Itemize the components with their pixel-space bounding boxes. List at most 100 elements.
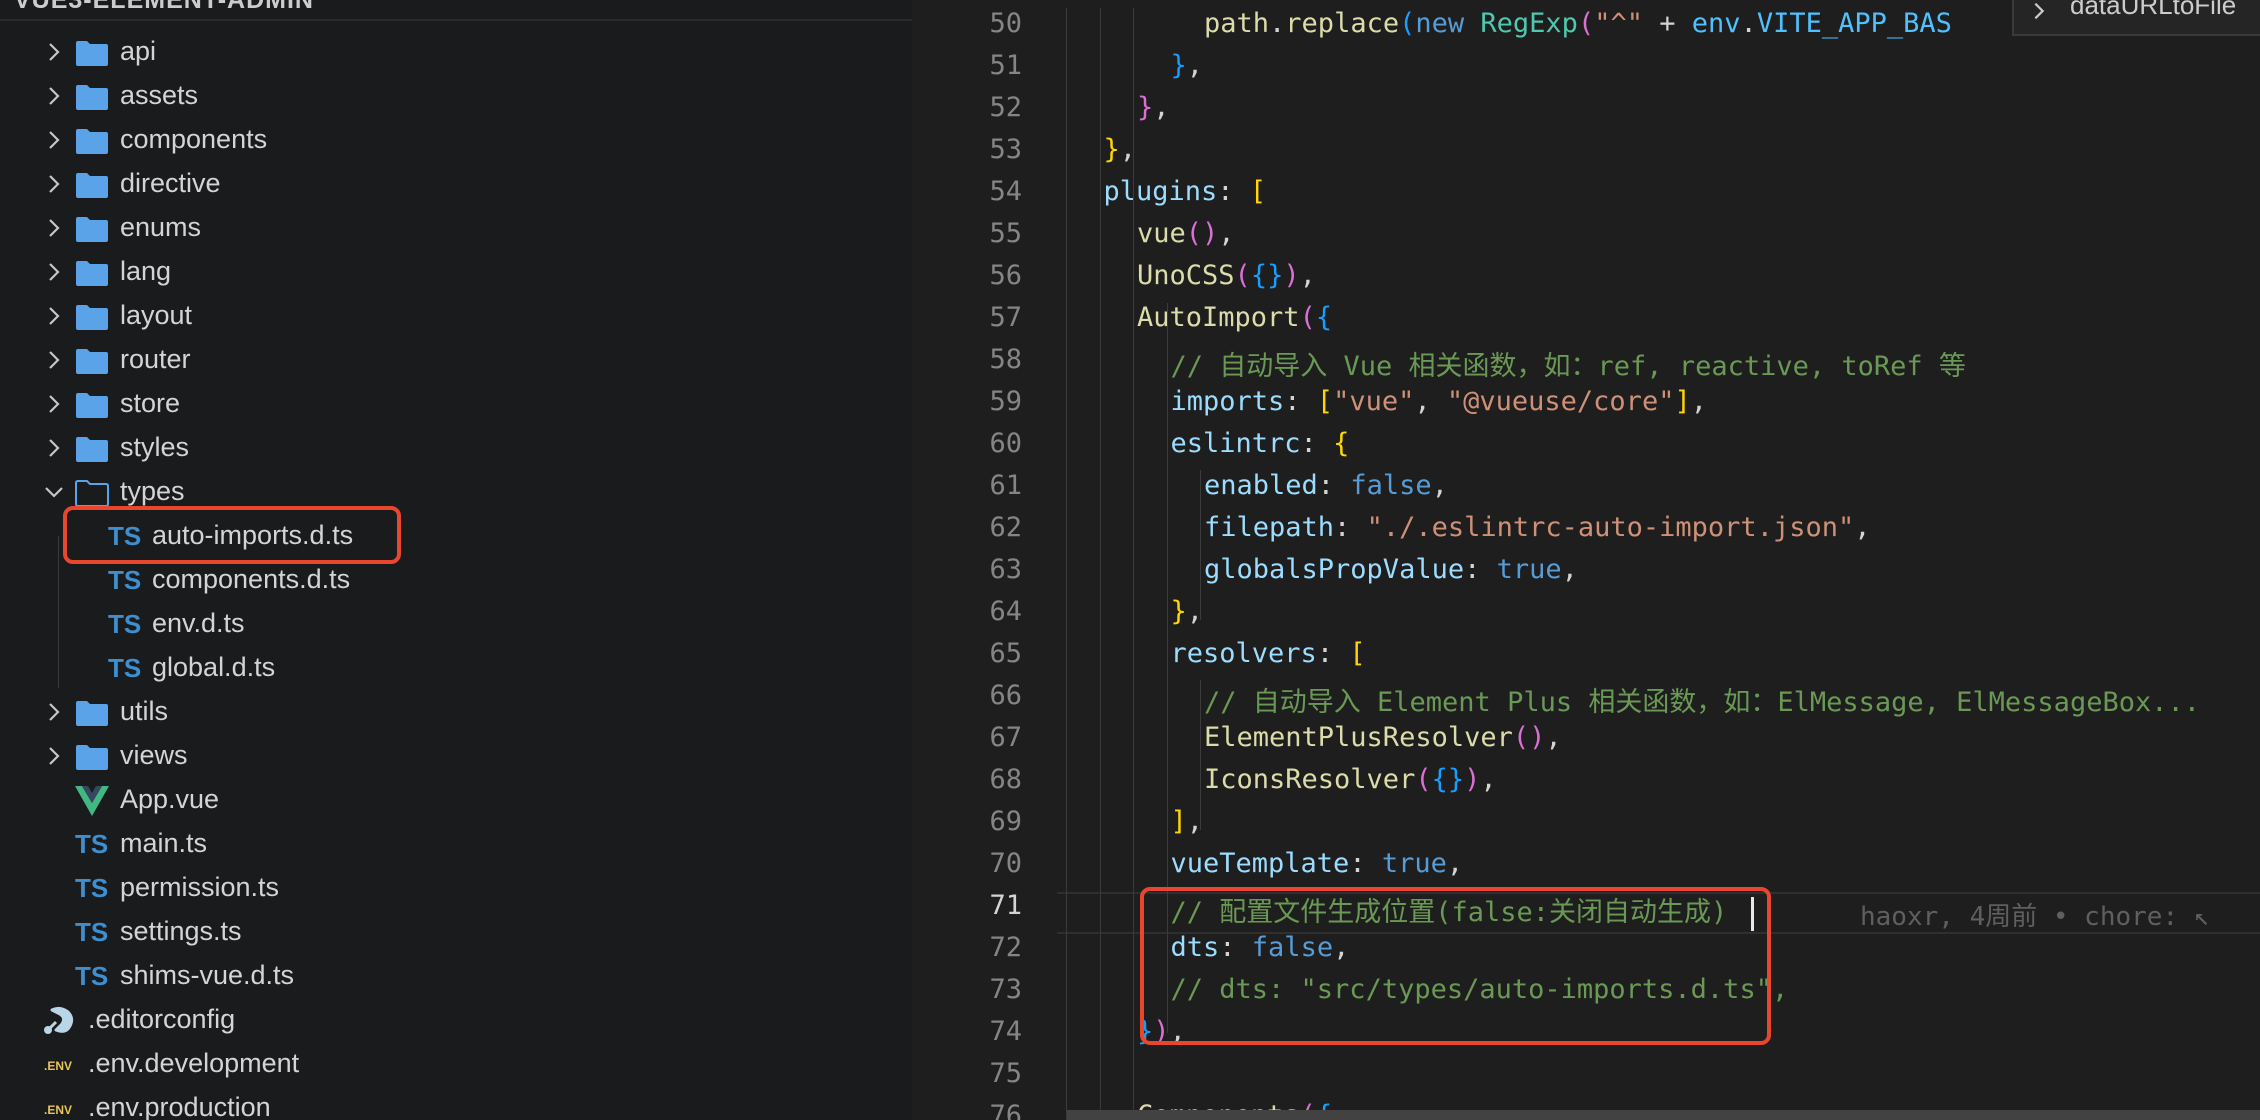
tree-item-enums[interactable]: enums xyxy=(0,206,912,250)
tree-item-utils[interactable]: utils xyxy=(0,690,912,734)
sticky-scroll-widget[interactable]: dataURLtoFile xyxy=(2012,0,2260,36)
code-line[interactable]: IconsResolver({}), xyxy=(1204,764,1497,806)
code-token: "@vueuse/core" xyxy=(1446,386,1675,417)
tree-item-label: store xyxy=(120,388,181,418)
tree-item-api[interactable]: api xyxy=(0,30,912,74)
tree-item-shims-vue-d-ts[interactable]: TS shims-vue.d.ts xyxy=(0,954,912,998)
chevron-right-icon[interactable] xyxy=(42,216,66,240)
tree-item-global-d-ts[interactable]: TS global.d.ts xyxy=(0,646,912,690)
tree-item-label: styles xyxy=(120,432,190,462)
chevron-right-icon[interactable] xyxy=(42,744,66,768)
chevron-right-icon[interactable] xyxy=(42,172,66,196)
code-token: ( xyxy=(1299,302,1316,333)
line-number: 56 xyxy=(989,260,1022,291)
tree-item-permission-ts[interactable]: TS permission.ts xyxy=(0,866,912,910)
code-token: true xyxy=(1381,848,1447,879)
code-token: RegExp xyxy=(1480,8,1578,39)
typescript-file-icon: TS xyxy=(75,917,109,947)
code-line[interactable]: }, xyxy=(1171,596,1204,638)
line-number: 51 xyxy=(989,50,1022,81)
code-token: } xyxy=(1170,596,1187,627)
chevron-right-icon[interactable] xyxy=(42,304,66,328)
chevron-down-icon[interactable] xyxy=(42,480,66,504)
folder-open-icon xyxy=(75,480,109,507)
tree-item-views[interactable]: views xyxy=(0,734,912,778)
tree-item-settings-ts[interactable]: TS settings.ts xyxy=(0,910,912,954)
folder-icon xyxy=(76,173,108,198)
line-number: 60 xyxy=(989,428,1022,459)
code-token: : xyxy=(1349,848,1382,879)
tree-indent-guide xyxy=(58,536,59,688)
tree-item-components[interactable]: components xyxy=(0,118,912,162)
code-token: globalsPropValue xyxy=(1204,554,1465,585)
code-token: [ xyxy=(1249,176,1267,207)
tree-item-styles[interactable]: styles xyxy=(0,426,912,470)
chevron-right-icon[interactable] xyxy=(42,260,66,284)
tree-item-env-d-ts[interactable]: TS env.d.ts xyxy=(0,602,912,646)
code-token: ( xyxy=(1234,260,1251,291)
explorer-sidebar: VUE3-ELEMENT-ADMIN api assets components di… xyxy=(0,0,912,1120)
code-line[interactable]: filepath: "./.eslintrc-auto-import.json"… xyxy=(1204,512,1871,554)
code-line[interactable]: imports: ["vue", "@vueuse/core"], xyxy=(1171,386,1707,428)
chevron-right-icon[interactable] xyxy=(42,348,66,372)
line-number: 54 xyxy=(989,176,1022,207)
code-line[interactable]: }, xyxy=(1104,134,1137,176)
tree-item-store[interactable]: store xyxy=(0,382,912,426)
tree-item-lang[interactable]: lang xyxy=(0,250,912,294)
code-line[interactable]: }, xyxy=(1137,92,1170,134)
code-line[interactable]: ], xyxy=(1171,806,1204,848)
tree-item-label: assets xyxy=(120,80,199,110)
chevron-right-icon[interactable] xyxy=(42,128,66,152)
tree-item-app-vue[interactable]: App.vue xyxy=(0,778,912,822)
line-number: 57 xyxy=(989,302,1022,333)
code-line[interactable]: resolvers: [ xyxy=(1171,638,1366,680)
tree-item-env-production[interactable]: .ENV .env.production xyxy=(0,1086,912,1120)
folder-icon xyxy=(76,129,108,154)
tree-item-label: .env.development xyxy=(88,1048,300,1078)
tree-item-editorconfig[interactable]: .editorconfig xyxy=(0,998,912,1042)
code-line[interactable]: // 自动导入 Element Plus 相关函数，如：ElMessage, E… xyxy=(1204,680,2200,722)
chevron-right-icon[interactable] xyxy=(42,84,66,108)
chevron-right-icon[interactable] xyxy=(42,700,66,724)
line-number: 55 xyxy=(989,218,1022,249)
folder-icon xyxy=(76,349,108,374)
code-line[interactable]: eslintrc: { xyxy=(1171,428,1350,470)
chevron-right-icon[interactable] xyxy=(42,436,66,460)
code-token: ] xyxy=(1674,386,1691,417)
tree-item-layout[interactable]: layout xyxy=(0,294,912,338)
indent-guide xyxy=(1099,8,1101,1120)
code-token: () xyxy=(1185,218,1219,249)
chevron-right-icon[interactable] xyxy=(42,392,66,416)
tree-item-label: .env.production xyxy=(88,1092,271,1120)
code-token: ( xyxy=(1399,8,1416,39)
chevron-right-icon xyxy=(2034,2,2045,20)
code-token: // 自动导入 Vue 相关函数，如：ref, reactive, toRef … xyxy=(1170,351,1966,382)
code-token: . xyxy=(1740,8,1757,39)
code-token: "./.eslintrc-auto-import.json" xyxy=(1366,512,1855,543)
tree-item-main-ts[interactable]: TS main.ts xyxy=(0,822,912,866)
tree-item-router[interactable]: router xyxy=(0,338,912,382)
code-token: resolvers xyxy=(1170,638,1317,669)
code-line[interactable]: plugins: [ xyxy=(1104,176,1267,218)
code-line[interactable]: path.replace(new RegExp("^" + env.VITE_A… xyxy=(1204,8,1952,50)
typescript-file-icon: TS xyxy=(108,609,142,639)
tree-item-directive[interactable]: directive xyxy=(0,162,912,206)
line-number: 76 xyxy=(989,1100,1022,1120)
code-line[interactable]: globalsPropValue: true, xyxy=(1204,554,1578,596)
tree-item-assets[interactable]: assets xyxy=(0,74,912,118)
code-token: { xyxy=(1333,428,1350,459)
tree-item-env-development[interactable]: .ENV .env.development xyxy=(0,1042,912,1086)
code-token: vueTemplate xyxy=(1170,848,1350,879)
code-line[interactable]: }, xyxy=(1171,50,1204,92)
code-line[interactable]: enabled: false, xyxy=(1204,470,1448,512)
code-line[interactable]: // 自动导入 Vue 相关函数，如：ref, reactive, toRef … xyxy=(1171,344,1966,386)
code-token: env xyxy=(1691,8,1741,39)
code-line[interactable]: UnoCSS({}), xyxy=(1137,260,1316,302)
code-line[interactable]: vue(), xyxy=(1137,218,1235,260)
tree-item-components-d-ts[interactable]: TS components.d.ts xyxy=(0,558,912,602)
code-editor[interactable]: 50 51 52 53 54 55 56 57 58 59 60 61 62 63 64 65 66 67 68 69… xyxy=(912,0,2260,1120)
chevron-right-icon[interactable] xyxy=(42,40,66,64)
horizontal-scrollbar[interactable] xyxy=(1067,1110,2260,1120)
code-line[interactable]: ElementPlusResolver(), xyxy=(1204,722,1562,764)
code-line[interactable]: vueTemplate: true, xyxy=(1171,848,1464,890)
